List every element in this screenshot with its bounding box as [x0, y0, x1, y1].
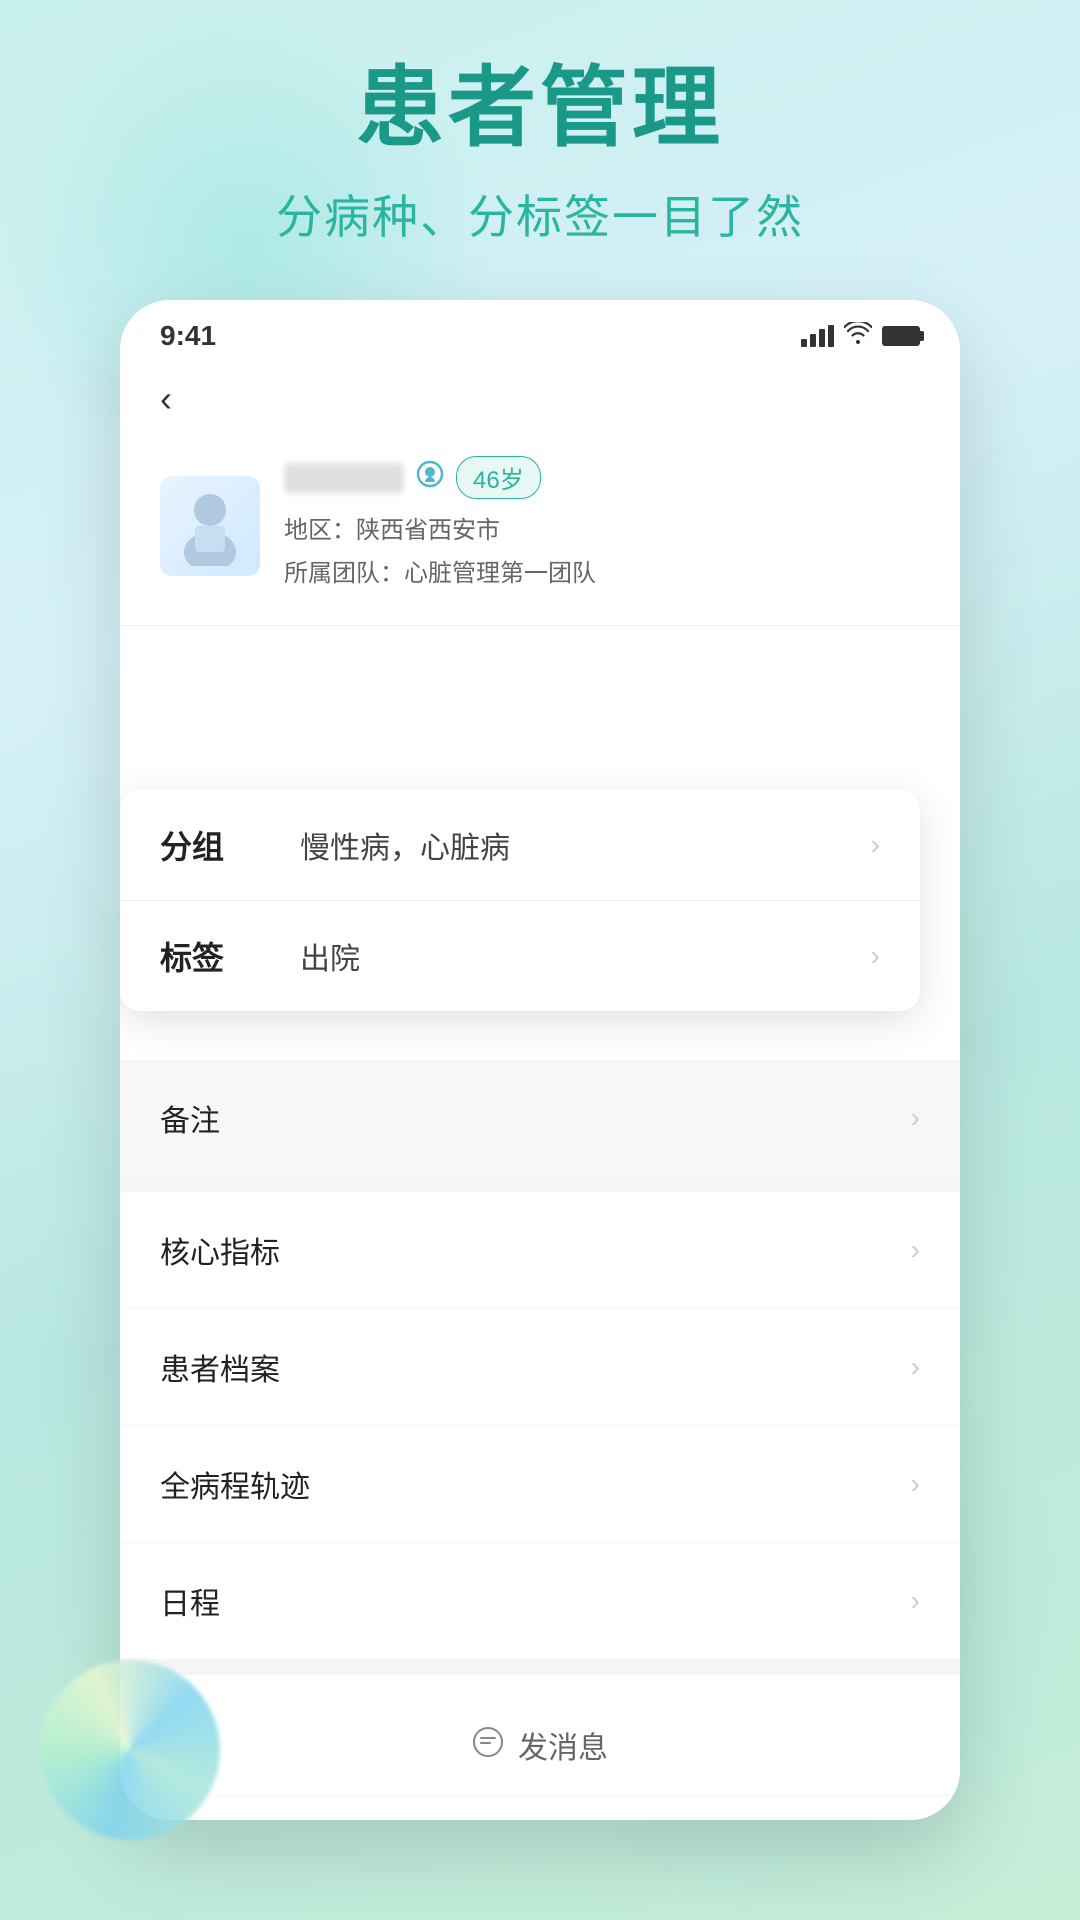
signal-icon — [801, 325, 834, 347]
group-arrow: › — [871, 829, 880, 861]
patient-name-row: 46岁 — [284, 456, 920, 499]
decorative-orb — [40, 1660, 220, 1840]
notes-arrow: › — [911, 1102, 920, 1134]
tag-label: 标签 — [160, 933, 260, 979]
patient-age-badge: 46岁 — [456, 456, 541, 499]
tag-value: 出院 — [300, 934, 871, 978]
menu-item-schedule[interactable]: 日程 › — [120, 1543, 960, 1659]
page-title-area: 患者管理 分病种、分标签一目了然 — [0, 60, 1080, 247]
full-trajectory-label: 全病程轨迹 — [160, 1462, 310, 1506]
back-button[interactable]: ‹ — [160, 378, 172, 419]
status-bar: 9:41 — [120, 300, 960, 362]
battery-icon — [882, 326, 920, 346]
notes-label: 备注 — [160, 1096, 220, 1140]
patient-gender-icon — [416, 460, 444, 495]
action-send-message[interactable]: 发消息 — [120, 1695, 960, 1796]
menu-item-notes[interactable]: 备注 › — [120, 1060, 960, 1176]
tag-arrow: › — [871, 940, 880, 972]
group-row[interactable]: 分组 慢性病，心脏病 › — [120, 790, 920, 901]
menu-item-full-trajectory[interactable]: 全病程轨迹 › — [120, 1426, 960, 1543]
schedule-arrow: › — [911, 1585, 920, 1617]
wifi-icon — [844, 322, 872, 350]
menu-item-core-indicators[interactable]: 核心指标 › — [120, 1192, 960, 1309]
patient-team: 所属团队：心脏管理第一团队 — [284, 552, 920, 595]
tag-row[interactable]: 标签 出院 › — [120, 901, 920, 1011]
patient-avatar — [160, 476, 260, 576]
patient-region: 地区：陕西省西安市 — [284, 509, 920, 552]
page-subtitle: 分病种、分标签一目了然 — [0, 181, 1080, 247]
group-value: 慢性病，心脏病 — [300, 823, 871, 867]
core-indicators-arrow: › — [911, 1234, 920, 1266]
menu-item-patient-file[interactable]: 患者档案 › — [120, 1309, 960, 1426]
patient-file-arrow: › — [911, 1351, 920, 1383]
schedule-label: 日程 — [160, 1579, 220, 1623]
action-send-treatment[interactable]: 发治疗方案 — [120, 1796, 960, 1820]
status-icons — [801, 322, 920, 350]
send-message-label: 发消息 — [518, 1723, 608, 1767]
patient-name-blur — [284, 463, 404, 493]
patient-header: 46岁 地区：陕西省西安市 所属团队：心脏管理第一团队 — [120, 436, 960, 626]
section-main-menu: 核心指标 › 患者档案 › 全病程轨迹 › 日程 › — [120, 1192, 960, 1659]
action-section: 发消息 发治疗方案 — [120, 1675, 960, 1820]
section-notes: 备注 › — [120, 1060, 960, 1176]
patient-file-label: 患者档案 — [160, 1345, 280, 1389]
main-content: 备注 › 核心指标 › 患者档案 › 全病程轨迹 › — [120, 1060, 960, 1820]
phone-mockup: 9:41 — [120, 300, 960, 1820]
patient-info: 46岁 地区：陕西省西安市 所属团队：心脏管理第一团队 — [284, 456, 920, 595]
message-icon — [472, 1726, 504, 1765]
full-trajectory-arrow: › — [911, 1468, 920, 1500]
status-time: 9:41 — [160, 320, 216, 352]
core-indicators-label: 核心指标 — [160, 1228, 280, 1272]
floating-group-tag-card: 分组 慢性病，心脏病 › 标签 出院 › — [120, 790, 920, 1011]
page-main-title: 患者管理 — [0, 60, 1080, 157]
nav-bar: ‹ — [120, 362, 960, 436]
phone-content: 9:41 — [120, 300, 960, 1820]
group-label: 分组 — [160, 822, 260, 868]
